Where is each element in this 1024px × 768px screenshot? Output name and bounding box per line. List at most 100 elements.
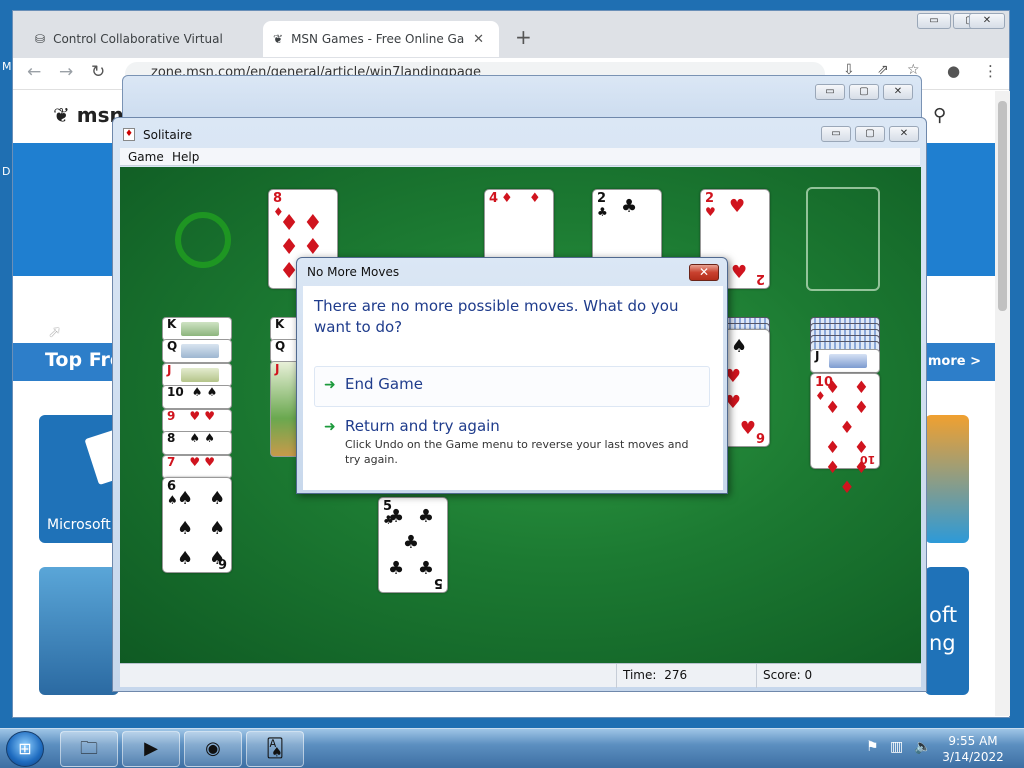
window-title: Solitaire <box>143 128 193 142</box>
profile-icon[interactable]: ● <box>947 62 960 80</box>
time-display: Time: 276 <box>616 664 758 688</box>
card-pips: ♣ ♣ ♣ ♣ ♣ <box>388 506 438 579</box>
card-rank: 2 <box>597 191 607 206</box>
card-rank-bottom: 2 <box>755 271 765 286</box>
maximize-button[interactable]: ▢ <box>855 126 885 142</box>
tab-strip: ⛁ Control Collaborative Virtual Ma ❦ MSN… <box>13 11 1009 58</box>
tile-game-2[interactable] <box>39 567 119 695</box>
card-stack-item[interactable]: J <box>810 349 880 373</box>
card-rank: 9 <box>167 409 176 423</box>
desktop-label: M D <box>2 60 12 178</box>
tile-right-2[interactable]: oft ng <box>925 567 969 695</box>
score-value: 0 <box>804 668 813 682</box>
dialog-message: There are no more possible moves. What d… <box>314 297 679 336</box>
minimize-button[interactable]: ▭ <box>821 126 851 142</box>
dialog-close-button[interactable]: ✕ <box>689 264 719 281</box>
card-stack-item[interactable]: 9 ♥ ♥ <box>162 409 232 433</box>
dialog-body: There are no more possible moves. What d… <box>303 286 723 490</box>
card-rank: 2 <box>705 191 715 206</box>
tab-msn-games[interactable]: ❦ MSN Games - Free Online Games ✕ <box>263 21 499 57</box>
media-player-icon[interactable]: ▶ <box>122 731 180 767</box>
menu-help[interactable]: Help <box>172 150 199 164</box>
time-label: Time: <box>623 668 657 682</box>
card-pip: ♥ <box>731 262 748 283</box>
stock-recycle-icon[interactable] <box>175 212 231 268</box>
card-stack-item[interactable]: J <box>162 363 232 387</box>
score-label: Score: <box>763 668 801 682</box>
option-label: End Game <box>345 375 423 393</box>
msn-butterfly-icon: ❦ <box>53 103 70 127</box>
minimize-button[interactable]: ▭ <box>917 13 951 29</box>
green-arrow-icon: ➜ <box>324 377 336 393</box>
green-arrow-icon: ➜ <box>324 419 336 435</box>
card-stack-item[interactable]: 8 ♠ ♠ <box>162 431 232 455</box>
file-explorer-icon[interactable]: 🗀 <box>60 731 118 767</box>
tableau-top-card[interactable]: 10 ♦ ♦ ♦ ♦ ♦ ♦ ♦ ♦ ♦ ♦ ♦ 10 <box>810 373 880 498</box>
card-rank: K <box>167 317 177 331</box>
card-rank: 8 <box>273 191 283 206</box>
status-bar: Time: 276 Score: 0 <box>120 663 921 688</box>
clock-time: 9:55 AM <box>948 734 998 748</box>
search-icon[interactable]: ⚲ <box>933 105 946 126</box>
tab-title: Control Collaborative Virtual Ma <box>53 32 228 46</box>
new-tab-button[interactable]: + <box>515 25 532 49</box>
card-stack-item[interactable]: 7 ♥ ♥ <box>162 455 232 479</box>
card-pip: ♦ <box>529 191 541 206</box>
mouse-cursor-icon: ➚ <box>48 322 62 341</box>
tab-vm[interactable]: ⛁ Control Collaborative Virtual Ma <box>25 21 259 57</box>
tile-microsoft[interactable]: Microsoft <box>39 415 119 543</box>
card-suit: ♥ <box>705 205 716 219</box>
back-icon[interactable]: ← <box>27 62 41 82</box>
more-link[interactable]: more > <box>928 354 981 369</box>
card-suit: ♦ <box>501 191 513 206</box>
close-tab-icon[interactable]: ✕ <box>473 32 484 47</box>
scrollbar-thumb[interactable] <box>998 101 1007 311</box>
dialog-title: No More Moves <box>307 265 400 279</box>
maximize-button[interactable]: ▢ <box>849 84 879 100</box>
reload-icon[interactable]: ↻ <box>91 62 105 82</box>
tableau-card-five-clubs[interactable]: 5 ♣ ♣ ♣ ♣ ♣ ♣ 5 <box>378 497 448 593</box>
menu-bar: Game Help <box>120 148 920 166</box>
card-pips: ♦ ♦ ♦ ♦ ♦ ♦ ♦ ♦ ♦ ♦ <box>825 378 873 498</box>
face-card-art <box>181 368 219 382</box>
msn-butterfly-icon: ❦ <box>273 32 284 46</box>
taskbar: ⊞ 🗀 ▶ ◉ 🂡 ⚑ ▥ 🔈 9:55 AM 3/14/2022 <box>0 728 1024 768</box>
forward-icon[interactable]: → <box>59 62 73 82</box>
windows-orb-icon[interactable]: ⊞ <box>6 731 44 767</box>
card-rank: Q <box>275 339 286 353</box>
menu-game[interactable]: Game <box>128 150 164 164</box>
card-rank: 8 <box>167 431 176 445</box>
card-rank: 7 <box>167 455 176 469</box>
close-button[interactable]: ✕ <box>883 84 913 100</box>
card-rank: 10 <box>167 385 184 399</box>
card-rank: Q <box>167 339 178 353</box>
solitaire-icon[interactable]: 🂡 <box>246 731 304 767</box>
card-pip: ♠ <box>731 336 748 357</box>
card-pip: ♣ <box>621 196 638 217</box>
minimize-button[interactable]: ▭ <box>815 84 845 100</box>
menu-kebab-icon[interactable]: ⋮ <box>983 62 998 80</box>
page-scrollbar[interactable] <box>995 91 1010 716</box>
card-stack-item[interactable]: K <box>162 317 232 341</box>
card-rank-bottom: 5 <box>433 575 443 590</box>
chrome-icon[interactable]: ◉ <box>184 731 242 767</box>
tile-right-1[interactable] <box>925 415 969 543</box>
network-icon[interactable]: ▥ <box>890 739 903 755</box>
action-center-icon[interactable]: ⚑ <box>866 739 879 755</box>
option-label: Return and try again <box>345 417 500 435</box>
no-more-moves-dialog: No More Moves ✕ There are no more possib… <box>296 257 728 494</box>
tableau-top-card[interactable]: 6 ♠ ♠♠ ♠♠ ♠♠ 6 <box>162 477 232 573</box>
face-card-art <box>829 354 867 368</box>
end-game-button[interactable]: ➜ End Game <box>314 366 710 407</box>
close-button[interactable]: ✕ <box>889 126 919 142</box>
close-button[interactable]: ✕ <box>969 13 1005 29</box>
card-stack-item[interactable]: 10 ♠ ♠ <box>162 385 232 409</box>
card-stack-item[interactable]: Q <box>162 339 232 363</box>
return-and-try-again-button[interactable]: ➜ Return and try again Click Undo on the… <box>314 408 710 472</box>
option-description: Click Undo on the Game menu to reverse y… <box>345 438 689 466</box>
foundation-empty-slot[interactable] <box>806 187 880 291</box>
volume-icon[interactable]: 🔈 <box>914 739 931 755</box>
system-clock[interactable]: 9:55 AM 3/14/2022 <box>938 733 1008 765</box>
score-display: Score: 0 <box>756 664 921 688</box>
vm-icon: ⛁ <box>35 32 46 46</box>
